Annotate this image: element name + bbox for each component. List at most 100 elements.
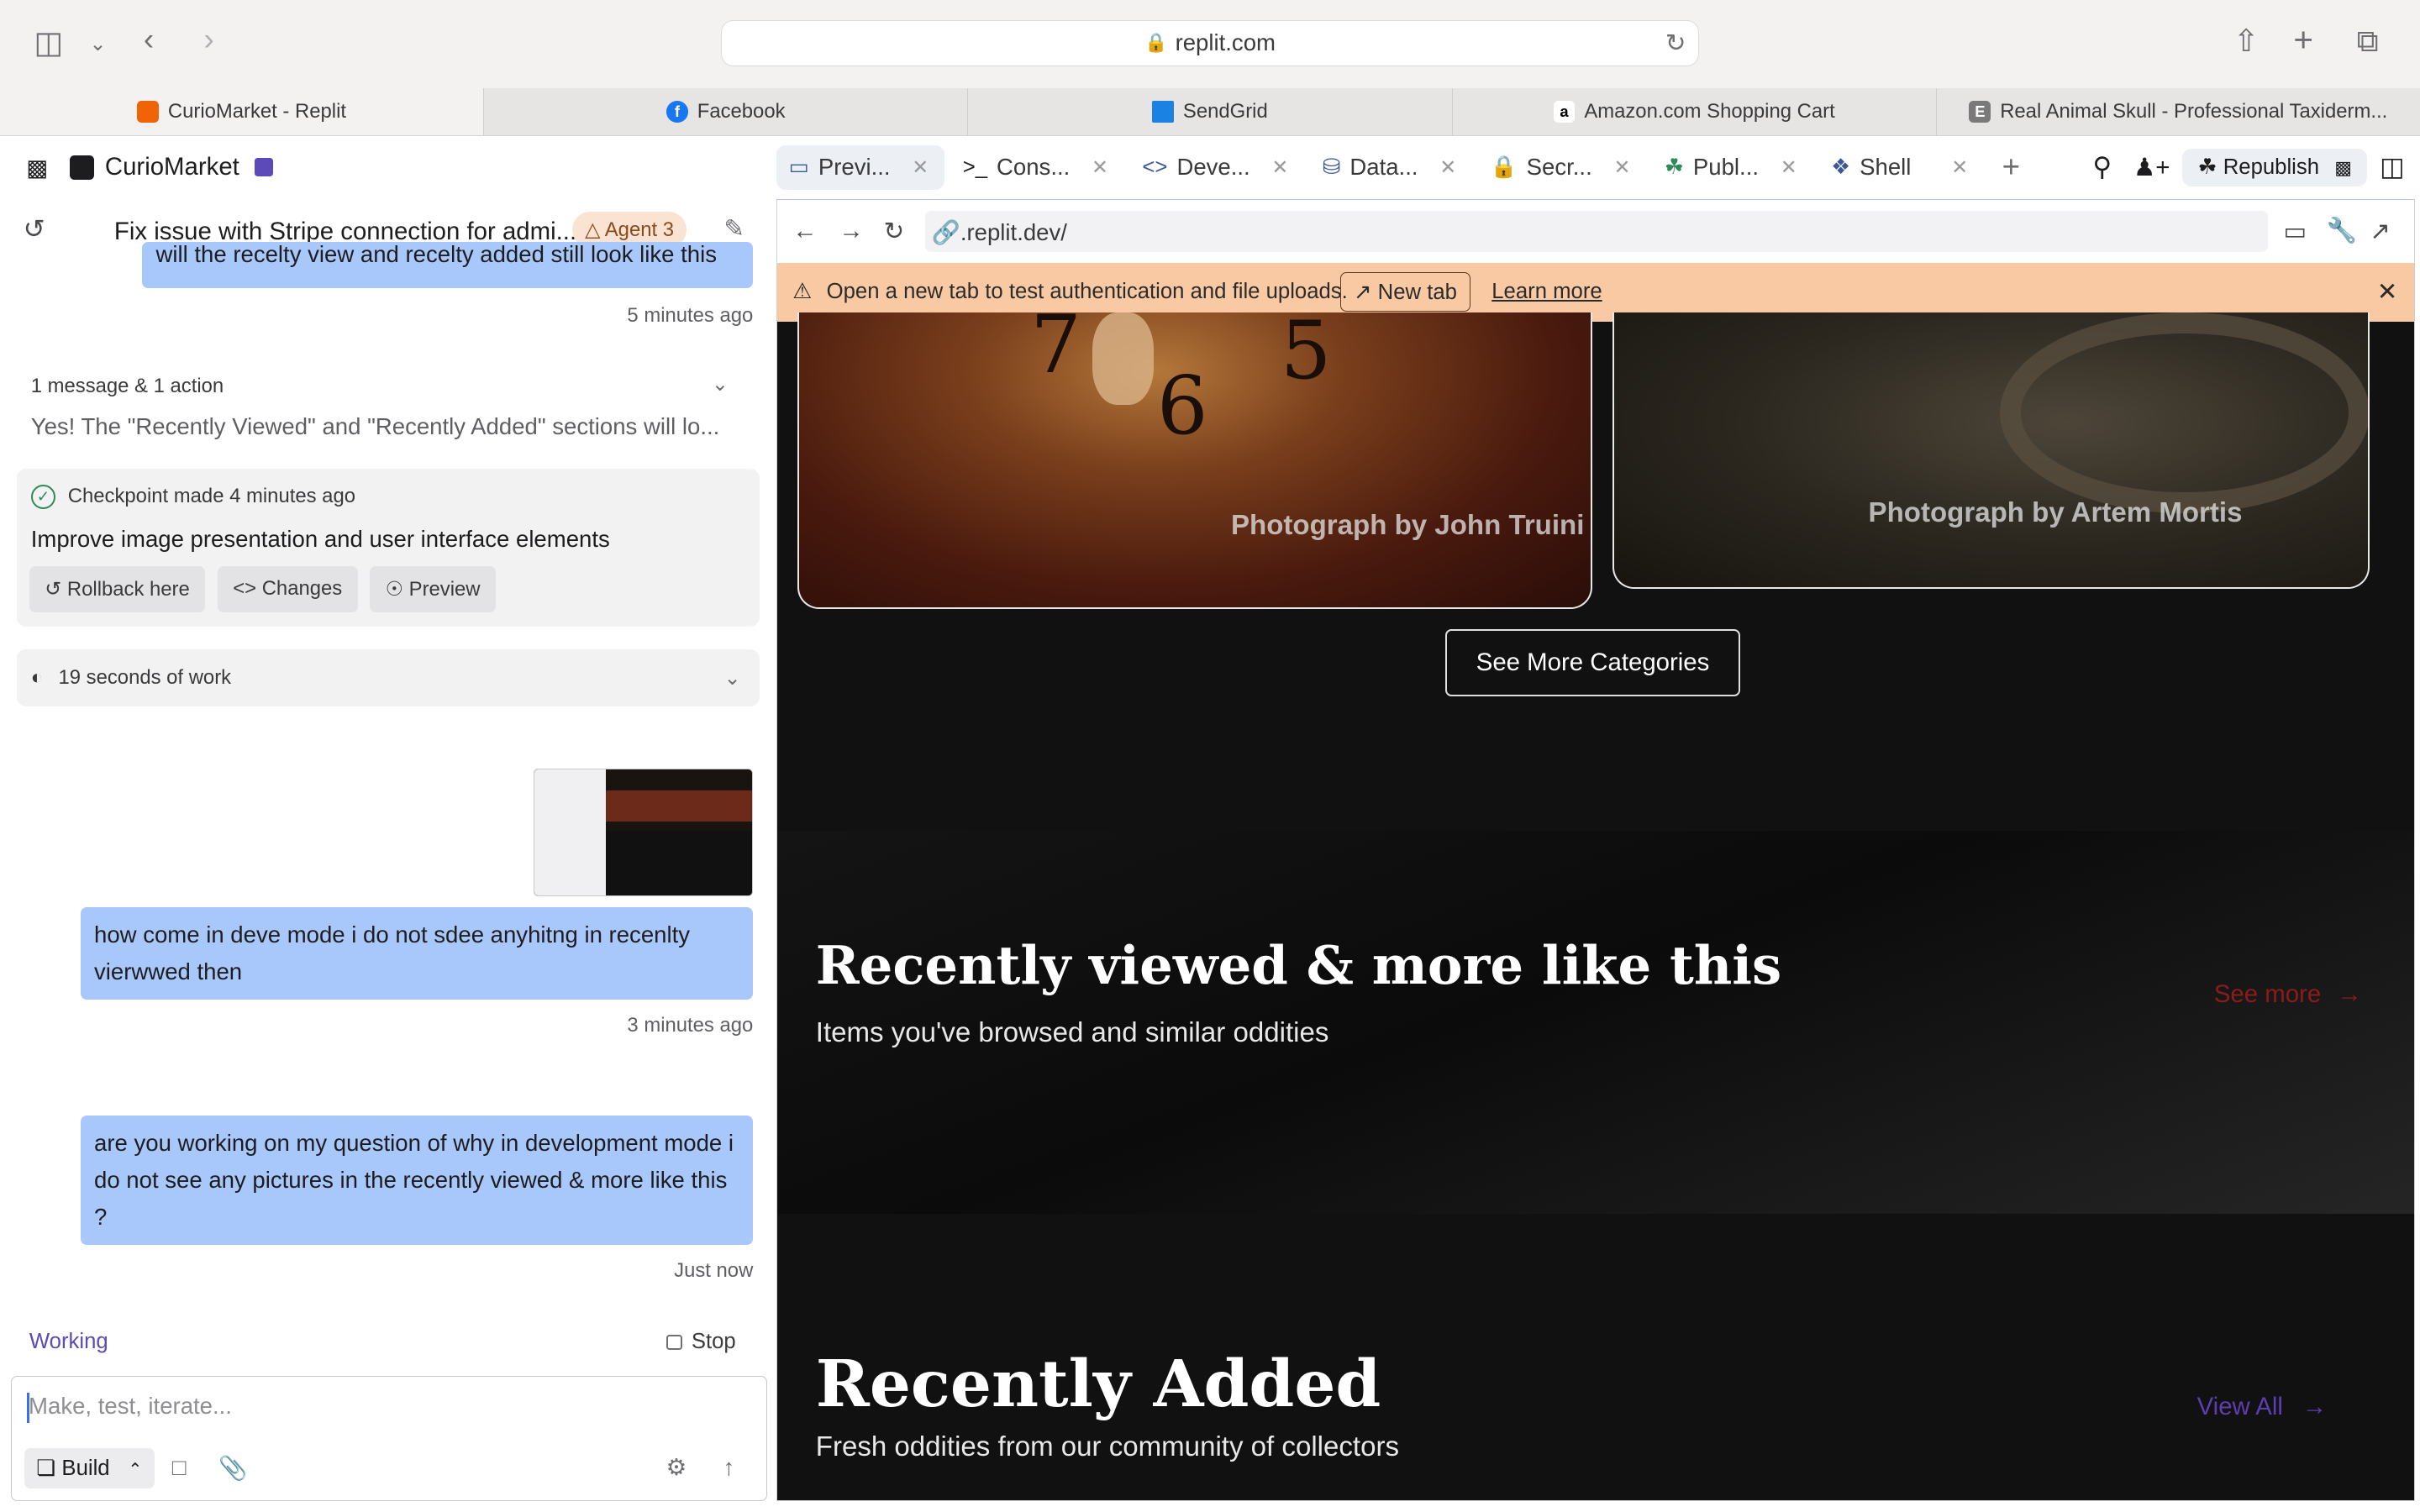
see-more-categories-button[interactable]: See More Categories xyxy=(1445,628,1740,697)
new-tab-label: New tab xyxy=(1377,280,1457,304)
section-title: Recently Added xyxy=(815,1346,1381,1422)
add-tab-button[interactable]: + xyxy=(1990,145,2036,190)
clock-numeral: 6 xyxy=(1156,359,1208,454)
settings-sliders-icon[interactable]: ⚙ xyxy=(666,1454,687,1481)
tab-database[interactable]: ⛁ Data... ✕ xyxy=(1310,145,1471,190)
changes-button[interactable]: <> Changes xyxy=(217,566,358,612)
tab-publishing[interactable]: ☘ Publ... ✕ xyxy=(1652,145,1812,190)
new-tab-button[interactable]: ↗ New tab xyxy=(1340,272,1470,312)
stop-button[interactable]: Stop xyxy=(666,1330,736,1354)
mouse-figure xyxy=(1092,312,1155,406)
panel-toggle-icon[interactable]: ◫ xyxy=(2380,152,2405,182)
address-bar[interactable]: 🔒 replit.com ↻ xyxy=(720,19,1700,66)
message-timestamp: Just now xyxy=(674,1258,754,1282)
checkpoint-time: 4 minutes ago xyxy=(229,485,355,508)
project-switcher[interactable]: CurioMarket xyxy=(24,136,274,199)
share-icon[interactable]: ⇧ xyxy=(2233,25,2260,57)
select-element-icon[interactable]: □ xyxy=(172,1454,187,1481)
browser-tab-facebook[interactable]: f Facebook xyxy=(484,87,969,135)
republish-button[interactable]: ☘ Republish ▩ xyxy=(2182,148,2368,186)
view-all-link[interactable]: View All → xyxy=(2197,1393,2328,1421)
tab-shell[interactable]: ❖ Shell ✕ xyxy=(1818,145,1983,190)
open-external-icon[interactable]: ↗ xyxy=(2370,217,2391,246)
browser-tab-skull[interactable]: E Real Animal Skull - Professional Taxid… xyxy=(1937,88,2420,135)
devices-icon[interactable]: ▭ xyxy=(2283,217,2307,246)
new-chat-icon[interactable]: ✎ xyxy=(723,214,744,244)
tab-console[interactable]: >_ Cons... ✕ xyxy=(950,145,1123,190)
category-photo-snake[interactable]: Photograph by Artem Mortis xyxy=(1612,312,2370,589)
tab-label: Secr... xyxy=(1526,154,1592,181)
learn-more-link[interactable]: Learn more xyxy=(1491,280,1602,304)
forward-arrow-icon[interactable]: → xyxy=(839,217,863,245)
preview-address-bar[interactable]: 🔗.replit.dev/ xyxy=(925,210,2269,253)
preview-button[interactable]: ☉ Preview xyxy=(370,566,496,612)
forward-icon[interactable]: › xyxy=(203,24,213,55)
work-duration-row[interactable]: ◐ 19 seconds of work ⌄ xyxy=(17,649,760,707)
category-photo-clock[interactable]: 7 6 5 Photograph by John Truini xyxy=(797,312,1592,609)
tab-label: Real Animal Skull - Professional Taxider… xyxy=(2000,99,2388,123)
browser-tab-amazon[interactable]: a Amazon.com Shopping Cart xyxy=(1453,87,1937,135)
new-tab-icon[interactable]: + xyxy=(2293,23,2313,56)
tab-overview-icon[interactable]: ⧉ xyxy=(2357,25,2379,57)
project-badge-icon xyxy=(255,158,274,177)
send-arrow-icon[interactable]: ↑ xyxy=(723,1454,735,1481)
check-circle-icon: ✓ xyxy=(30,484,56,510)
publish-icon: ☘ xyxy=(2197,155,2217,180)
back-icon[interactable]: ‹ xyxy=(144,24,154,55)
close-icon[interactable]: ✕ xyxy=(1613,155,1630,180)
sendgrid-icon xyxy=(1152,100,1174,123)
tab-devtools[interactable]: <> Deve... ✕ xyxy=(1130,145,1304,190)
checkpoint-message: Improve image presentation and user inte… xyxy=(30,526,610,553)
close-icon[interactable]: ✕ xyxy=(1092,155,1108,180)
see-more-link[interactable]: See more → xyxy=(2214,980,2362,1009)
close-icon[interactable]: ✕ xyxy=(1951,155,1968,180)
section-subtitle: Fresh oddities from our community of col… xyxy=(815,1431,1399,1462)
button-label: See More Categories xyxy=(1476,648,1710,676)
close-icon[interactable]: ✕ xyxy=(912,155,929,180)
reload-icon[interactable]: ↻ xyxy=(884,217,905,246)
build-mode-button[interactable]: ❏ Build ⌃ xyxy=(24,1447,155,1489)
close-icon[interactable]: ✕ xyxy=(1439,155,1456,180)
history-icon[interactable]: ↺ xyxy=(24,214,45,244)
tab-secrets[interactable]: 🔒 Secr... ✕ xyxy=(1478,145,1646,190)
agent-chat-panel: ↺ Fix issue with Stripe connection for a… xyxy=(0,198,776,1512)
photo-credit: Photograph by Artem Mortis xyxy=(1868,497,2243,529)
stop-label: Stop xyxy=(691,1330,736,1354)
pane-tabs: ▭ Previ... ✕ >_ Cons... ✕ <> Deve... ✕ ⛁ Data..… xyxy=(776,144,2042,190)
agent-icon: △ xyxy=(585,218,601,241)
tab-label: Cons... xyxy=(997,154,1071,181)
facebook-icon: f xyxy=(666,100,688,123)
chat-composer[interactable]: Make, test, iterate... ❏ Build ⌃ □ 📎 ⚙ ↑ xyxy=(10,1376,767,1502)
rollback-button[interactable]: ↺ Rollback here xyxy=(29,566,206,612)
tab-preview[interactable]: ▭ Previ... ✕ xyxy=(776,144,944,190)
wrench-icon[interactable]: 🔧 xyxy=(2327,217,2358,245)
search-icon[interactable]: ⚲ xyxy=(2092,152,2112,182)
browser-tab-sendgrid[interactable]: SendGrid xyxy=(968,87,1453,135)
chevron-down-icon[interactable]: ⌄ xyxy=(90,29,107,60)
composer-input[interactable]: Make, test, iterate... xyxy=(29,1393,232,1420)
sidebar-toggle-icon[interactable]: ◫ xyxy=(34,27,63,59)
user-message: will the recelty view and recelty added … xyxy=(141,242,754,289)
invite-icon[interactable]: ♟+ xyxy=(2133,153,2170,182)
button-label: Rollback here xyxy=(66,577,190,601)
plus-icon: + xyxy=(2002,150,2021,185)
close-icon[interactable]: ✕ xyxy=(1271,155,1288,180)
actions-summary-label: 1 message & 1 action xyxy=(30,375,224,398)
attach-icon[interactable]: 📎 xyxy=(218,1454,247,1482)
browser-tab-replit[interactable]: CurioMarket - Replit xyxy=(0,87,485,135)
agent-badge-label: Agent 3 xyxy=(604,218,675,241)
republish-status-icon: ▩ xyxy=(2334,157,2353,179)
database-icon: ⛁ xyxy=(1322,155,1341,180)
stop-icon xyxy=(666,1334,682,1350)
actions-summary-row[interactable]: 1 message & 1 action ⌄ xyxy=(30,373,744,398)
attached-screenshot[interactable] xyxy=(534,768,754,897)
work-duration-label: 19 seconds of work xyxy=(58,666,232,690)
recently-viewed-section: Recently viewed & more like this Items y… xyxy=(776,831,2415,1214)
close-icon[interactable]: ✕ xyxy=(2377,277,2398,307)
close-icon[interactable]: ✕ xyxy=(1781,155,1797,180)
amazon-icon: a xyxy=(1553,100,1576,123)
lock-icon: 🔒 xyxy=(1144,32,1168,54)
back-arrow-icon[interactable]: ← xyxy=(792,217,817,245)
reload-icon[interactable]: ↻ xyxy=(1665,29,1686,58)
chevron-down-icon: ⌄ xyxy=(723,666,741,690)
